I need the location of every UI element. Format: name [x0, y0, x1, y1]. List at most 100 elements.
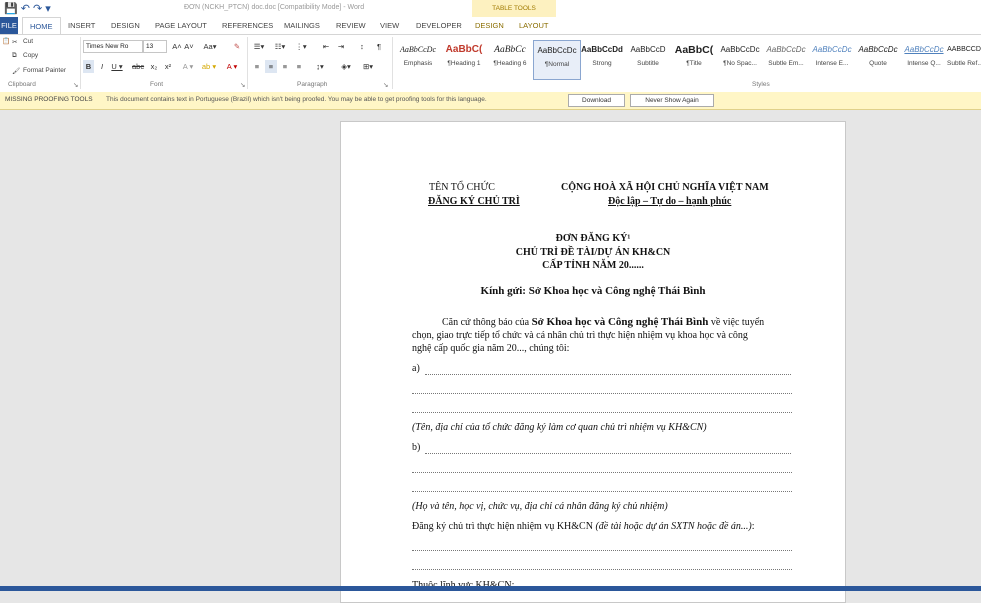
text-effects-icon[interactable]: A ▾ [181, 60, 195, 73]
font-name-select[interactable]: Times New Ro [83, 40, 143, 53]
style-preview: AaBbCcDc [858, 45, 898, 54]
paragraph-group-label: Paragraph [297, 81, 328, 88]
item-a-fill-line[interactable] [425, 374, 791, 375]
change-case-icon[interactable]: Aa▾ [202, 40, 218, 53]
style-name: ¶Normal [544, 61, 570, 68]
style-subtitle[interactable]: AaBbCcD Subtitle [625, 40, 671, 78]
sort-icon[interactable]: ↕ [356, 40, 368, 53]
style-title[interactable]: AaBbC( ¶Title [671, 40, 717, 78]
decrease-indent-icon[interactable]: ⇤ [320, 40, 332, 53]
download-button[interactable]: Download [568, 94, 625, 107]
bold-icon[interactable]: B [83, 60, 94, 73]
style-heading-6[interactable]: AaBbCc ¶Heading 6 [487, 40, 533, 78]
shrink-font-icon[interactable]: A˅ [184, 40, 194, 53]
highlight-color-icon[interactable]: ab ▾ [201, 60, 217, 73]
intro-line-3: nghệ cấp quốc gia năm 20..., chúng tôi: [412, 343, 570, 354]
align-right-icon[interactable]: ≡ [279, 60, 291, 73]
style-intense-emphasis[interactable]: AaBbCcDc Intense E... [809, 40, 855, 78]
style-emphasis[interactable]: AaBbCcDc Emphasis [395, 40, 441, 78]
nation-heading: CỘNG HOÀ XÃ HỘI CHỦ NGHĨA VIỆT NAM [561, 182, 769, 193]
increase-indent-icon[interactable]: ⇥ [335, 40, 347, 53]
quick-access-toolbar[interactable]: 💾 ↶ ↷ ▾ [4, 2, 51, 15]
paragraph-dialog-launcher-icon[interactable]: ↘ [383, 81, 388, 89]
line-spacing-icon[interactable]: ↨▾ [312, 60, 328, 73]
multilevel-list-icon[interactable]: ⋮▾ [293, 40, 309, 53]
tab-review[interactable]: REVIEW [336, 17, 366, 34]
style-name: Emphasis [403, 60, 433, 67]
font-dialog-launcher-icon[interactable]: ↘ [240, 81, 245, 89]
tab-design[interactable]: DESIGN [111, 17, 140, 34]
style-subtle-emphasis[interactable]: AaBbCcDc Subtle Em... [763, 40, 809, 78]
italic-icon[interactable]: I [97, 60, 107, 73]
cut-button[interactable]: Cut [23, 38, 33, 45]
tab-references[interactable]: REFERENCES [222, 17, 273, 34]
form-title: ĐƠN ĐĂNG KÝ¹ [555, 233, 631, 244]
format-painter-button[interactable]: Format Painter [23, 67, 66, 74]
subscript-icon[interactable]: x₂ [148, 60, 160, 73]
grow-font-icon[interactable]: A˄ [172, 40, 182, 53]
item-a-fill-line[interactable] [412, 412, 792, 413]
strikethrough-icon[interactable]: abc [132, 60, 144, 73]
intro-text-start: Căn cứ thông báo của [442, 317, 532, 328]
style-heading-1[interactable]: AaBbC( ¶Heading 1 [441, 40, 487, 78]
style-strong[interactable]: AaBbCcDd Strong [579, 40, 625, 78]
register-end: : [751, 521, 755, 532]
form-subtitle-2: CẤP TỈNH NĂM 20...... [542, 260, 644, 271]
register-line: Đăng ký chủ trì thực hiện nhiệm vụ KH&CN… [412, 521, 755, 532]
never-show-again-button[interactable]: Never Show Again [630, 94, 714, 107]
ribbon-tab-bar: FILE HOME INSERT DESIGN PAGE LAYOUT REFE… [0, 17, 981, 35]
bullets-icon[interactable]: ☰▾ [251, 40, 267, 53]
item-b-fill-line[interactable] [425, 453, 791, 454]
numbering-icon[interactable]: ☷▾ [272, 40, 288, 53]
styles-group-label: Styles [752, 81, 770, 88]
register-fill-line[interactable] [412, 550, 792, 551]
clipboard-dialog-launcher-icon[interactable]: ↘ [73, 81, 78, 89]
message-bar-text: This document contains text in Portugues… [106, 96, 487, 103]
tab-page-layout[interactable]: PAGE LAYOUT [155, 17, 207, 34]
register-text: Đăng ký chủ trì thực hiện nhiệm vụ KH&CN [412, 521, 596, 532]
font-color-icon[interactable]: A ▾ [224, 60, 240, 73]
style-normal[interactable]: AaBbCcDc ¶Normal [533, 40, 581, 80]
tab-file[interactable]: FILE [0, 17, 18, 34]
tab-table-design[interactable]: DESIGN [475, 17, 504, 34]
tab-view[interactable]: VIEW [380, 17, 399, 34]
copy-button[interactable]: Copy [23, 52, 38, 59]
tab-mailings[interactable]: MAILINGS [284, 17, 320, 34]
show-marks-icon[interactable]: ¶ [373, 40, 385, 53]
copy-icon[interactable]: ⧉ [12, 52, 17, 60]
style-intense-quote[interactable]: AaBbCcDc Intense Q... [901, 40, 947, 78]
shading-icon[interactable]: ◈▾ [338, 60, 354, 73]
item-b-fill-line[interactable] [412, 491, 792, 492]
style-preview: AaBbCcDc [720, 45, 760, 54]
cut-icon[interactable]: ✂ [12, 38, 17, 46]
clear-formatting-icon[interactable]: ✎ [232, 40, 242, 53]
format-painter-icon[interactable]: 🖌 [12, 67, 20, 75]
motto-heading: Độc lập – Tự do – hạnh phúc [608, 196, 732, 207]
style-quote[interactable]: AaBbCcDc Quote [855, 40, 901, 78]
style-name: Subtle Ref... [947, 60, 981, 67]
superscript-icon[interactable]: x² [162, 60, 174, 73]
style-name: Subtle Em... [768, 60, 804, 67]
style-name: Subtitle [637, 60, 659, 67]
tab-insert[interactable]: INSERT [68, 17, 95, 34]
style-subtle-reference[interactable]: AABBCCD Subtle Ref... [947, 40, 981, 78]
tab-developer[interactable]: DEVELOPER [416, 17, 462, 34]
register-fill-line[interactable] [412, 569, 792, 570]
align-center-icon[interactable]: ≡ [265, 60, 277, 73]
style-preview: AaBbCcD [630, 45, 666, 54]
tab-home[interactable]: HOME [22, 17, 61, 35]
intro-line-2: chọn, giao trực tiếp tổ chức và cá nhân … [412, 330, 748, 341]
intro-text-bold: Sở Khoa học và Công nghệ Thái Bình [531, 316, 709, 328]
tab-table-layout[interactable]: LAYOUT [519, 17, 548, 34]
underline-icon[interactable]: U ▾ [110, 60, 124, 73]
document-page[interactable]: TÊN TỔ CHỨC ĐĂNG KÝ CHỦ TRÌ CỘNG HOÀ XÃ … [340, 121, 846, 603]
item-a-fill-line[interactable] [412, 393, 792, 394]
borders-icon[interactable]: ⊞▾ [360, 60, 376, 73]
paste-icon[interactable]: 📋 [2, 37, 10, 45]
style-no-spacing[interactable]: AaBbCcDc ¶No Spac... [717, 40, 763, 78]
justify-icon[interactable]: ≡ [293, 60, 305, 73]
align-left-icon[interactable]: ≡ [251, 60, 263, 73]
font-size-select[interactable]: 13 [143, 40, 167, 53]
item-b-fill-line[interactable] [412, 472, 792, 473]
style-preview: AaBbCcDc [537, 46, 577, 55]
